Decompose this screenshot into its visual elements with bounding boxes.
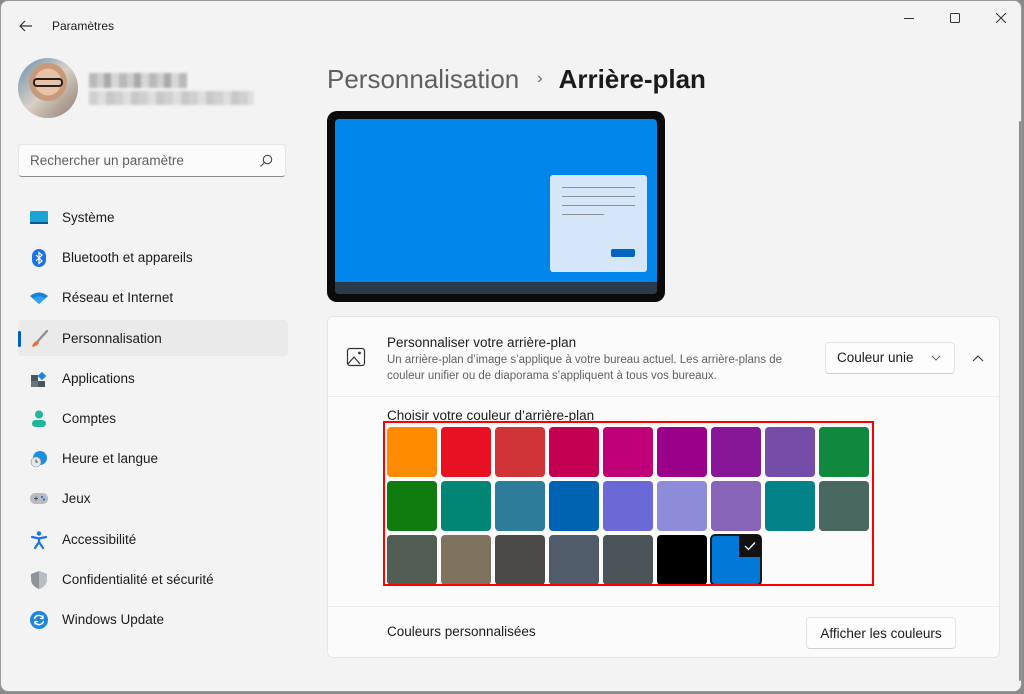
user-email-redacted: [89, 91, 254, 105]
background-type-row: Personnaliser votre arrière-plan Un arri…: [328, 317, 999, 397]
search-input[interactable]: [19, 153, 249, 168]
sidebar-item-comptes[interactable]: Comptes: [18, 400, 288, 436]
sidebar-item-label: Heure et langue: [62, 451, 159, 467]
sidebar-item-label: Jeux: [62, 491, 91, 507]
sidebar-item-label: Personnalisation: [62, 330, 162, 346]
scrollbar[interactable]: [1019, 121, 1021, 681]
person-icon: [29, 409, 49, 429]
sidebar-item-jeux[interactable]: Jeux: [18, 480, 288, 516]
sidebar-item-label: Bluetooth et appareils: [62, 250, 193, 266]
user-profile[interactable]: [18, 58, 288, 118]
background-title: Personnaliser votre arrière-plan: [387, 335, 577, 350]
color-picker-section: Choisir votre couleur d’arrière-plan: [328, 397, 999, 607]
preview-taskbar: [335, 282, 657, 294]
sidebar-item-heure-langue[interactable]: Heure et langue: [18, 440, 288, 476]
title-bar: Paramètres: [1, 1, 1021, 49]
breadcrumb-parent[interactable]: Personnalisation: [327, 64, 519, 95]
close-button[interactable]: [978, 7, 1021, 29]
clock-globe-icon: [29, 449, 49, 469]
update-icon: [29, 610, 49, 630]
sidebar-item-accessibilite[interactable]: Accessibilité: [18, 521, 288, 557]
preview-window: [550, 175, 647, 272]
collapse-button[interactable]: [964, 344, 992, 372]
desktop-preview: [327, 111, 665, 302]
avatar: [18, 58, 78, 118]
maximize-button[interactable]: [932, 7, 978, 29]
dropdown-value: Couleur unie: [837, 350, 914, 365]
breadcrumb: Personnalisation › Arrière-plan: [327, 61, 706, 97]
user-name-redacted: [89, 73, 187, 88]
sidebar-item-reseau[interactable]: Réseau et Internet: [18, 279, 288, 315]
arrow-left-icon: [19, 20, 32, 32]
close-icon: [996, 13, 1006, 23]
sidebar-item-label: Comptes: [62, 410, 117, 426]
accessibility-icon: [29, 530, 49, 550]
bluetooth-icon: [29, 248, 49, 268]
custom-colors-row: Couleurs personnalisées Afficher les cou…: [328, 607, 999, 657]
sidebar-item-bluetooth[interactable]: Bluetooth et appareils: [18, 239, 288, 275]
paintbrush-icon: [29, 329, 49, 349]
sidebar-item-label: Applications: [62, 370, 135, 386]
highlight-annotation: [383, 421, 874, 586]
wifi-icon: [29, 288, 49, 308]
chevron-right-icon: ›: [537, 70, 543, 87]
background-description: Un arrière-plan d’image s’applique à vot…: [387, 354, 783, 382]
gamepad-icon: [29, 489, 49, 509]
apps-icon: [29, 369, 49, 389]
sidebar-item-personnalisation[interactable]: Personnalisation: [18, 319, 288, 356]
background-settings-card: Personnaliser votre arrière-plan Un arri…: [327, 316, 1000, 658]
maximize-icon: [950, 13, 960, 23]
shield-icon: [29, 570, 49, 590]
minimize-button[interactable]: [886, 7, 932, 29]
app-title: Paramètres: [52, 19, 115, 33]
back-button[interactable]: [13, 13, 39, 39]
sidebar-item-confidentialite[interactable]: Confidentialité et sécurité: [18, 561, 288, 597]
page-title: Arrière-plan: [558, 63, 706, 94]
monitor-icon: [29, 208, 49, 228]
sidebar-item-label: Système: [62, 210, 115, 225]
view-colors-button[interactable]: Afficher les couleurs: [806, 617, 956, 649]
search-box: [18, 144, 286, 177]
minimize-icon: [904, 18, 914, 19]
chevron-down-icon: [931, 355, 941, 361]
preview-screen: [335, 119, 657, 294]
sidebar-nav: Système Bluetooth et appareils Réseau et…: [18, 199, 288, 641]
sidebar-item-label: Confidentialité et sécurité: [62, 571, 214, 587]
chevron-up-icon: [972, 355, 984, 362]
sidebar-item-windows-update[interactable]: Windows Update: [18, 601, 288, 637]
settings-window: Paramètres Système Bluetooth et appareil…: [0, 0, 1022, 692]
custom-colors-label: Couleurs personnalisées: [387, 624, 536, 639]
sidebar-item-applications[interactable]: Applications: [18, 360, 288, 396]
active-indicator: [18, 330, 21, 347]
sidebar-item-label: Réseau et Internet: [62, 290, 174, 306]
search-icon[interactable]: [258, 153, 274, 169]
sidebar-item-systeme[interactable]: Système: [18, 199, 288, 235]
image-icon: [346, 347, 366, 367]
sidebar-item-label: Windows Update: [62, 611, 165, 627]
background-type-dropdown[interactable]: Couleur unie: [825, 342, 955, 374]
sidebar-item-label: Accessibilité: [62, 531, 137, 547]
